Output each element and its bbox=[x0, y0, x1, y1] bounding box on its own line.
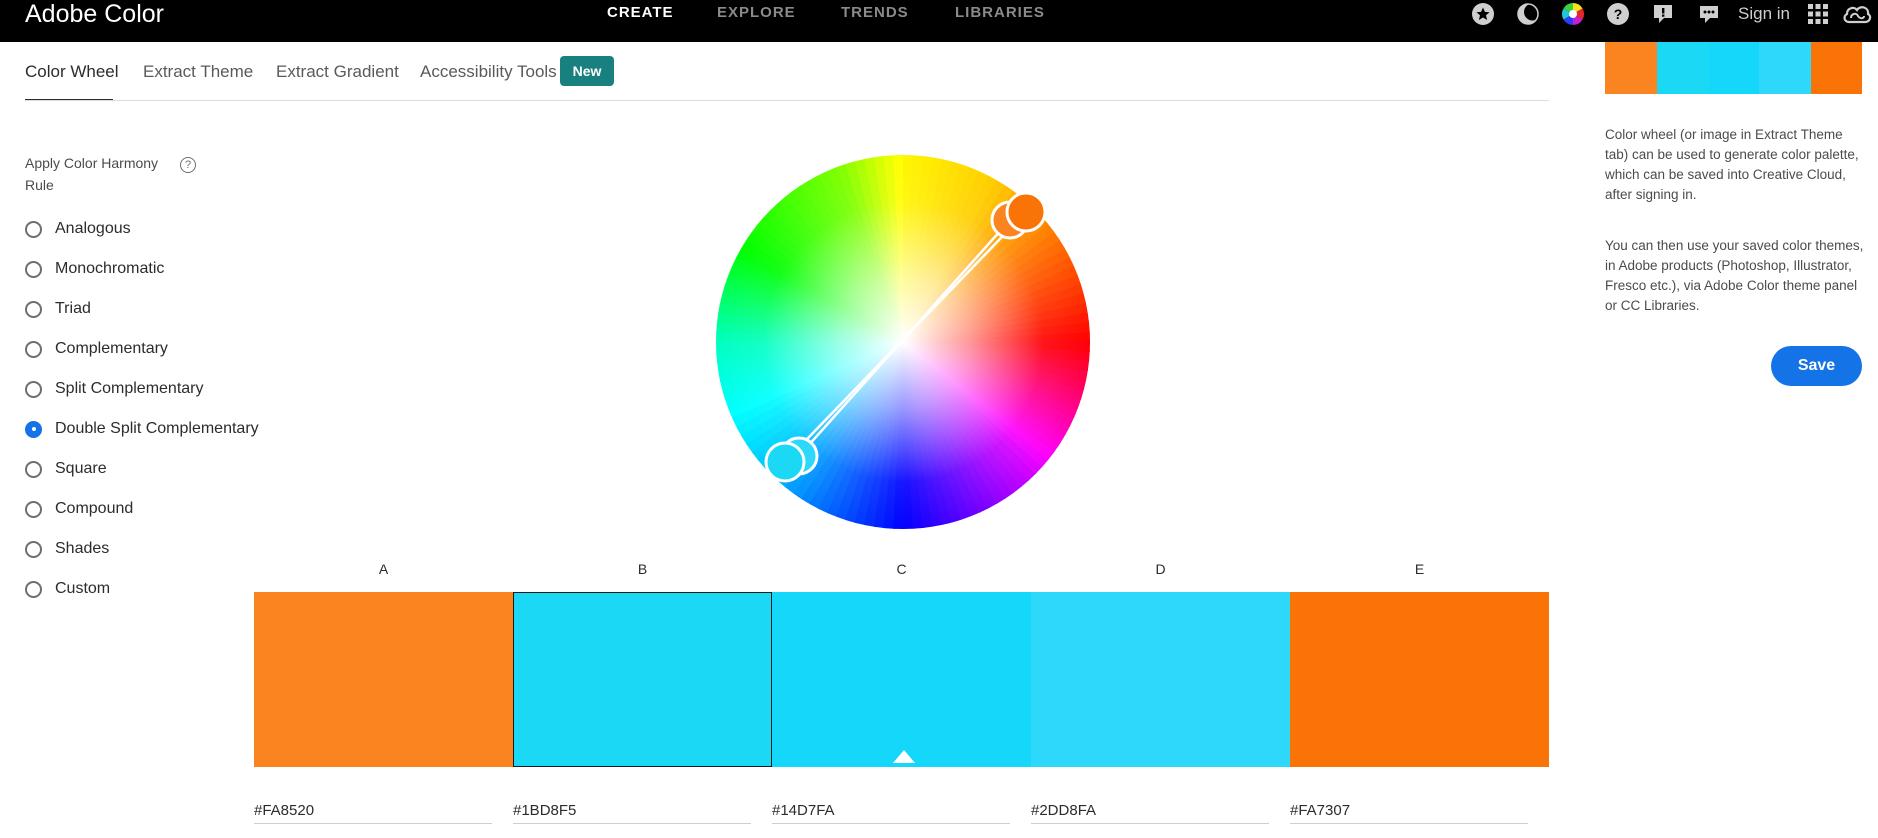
hex-input-a[interactable]: #FA8520 bbox=[254, 798, 492, 824]
moon-icon[interactable] bbox=[1516, 2, 1540, 26]
tab-extract-theme[interactable]: Extract Theme bbox=[143, 62, 253, 82]
rule-complementary[interactable]: Complementary bbox=[25, 337, 168, 361]
radio-double-split-complementary[interactable] bbox=[25, 420, 42, 438]
radio-compound[interactable] bbox=[25, 500, 42, 518]
radio-triad[interactable] bbox=[25, 300, 42, 318]
apps-grid-icon[interactable] bbox=[1806, 2, 1830, 26]
rule-triad[interactable]: Triad bbox=[25, 297, 91, 321]
radio-complementary[interactable] bbox=[25, 340, 42, 358]
swatch-label-b: B bbox=[637, 561, 648, 577]
nav-trends[interactable]: TRENDS bbox=[841, 4, 909, 21]
info-text-2: You can then use your saved color themes… bbox=[1605, 238, 1864, 313]
swatch-a[interactable] bbox=[254, 592, 513, 767]
hex-input-d[interactable]: #2DD8FA bbox=[1031, 798, 1269, 824]
help-icon[interactable]: ? bbox=[1606, 2, 1630, 26]
rule-double-split-complementary[interactable]: Double Split Complementary bbox=[25, 417, 259, 441]
swatch-label-c: C bbox=[896, 561, 907, 577]
swatch-e[interactable] bbox=[1290, 592, 1549, 767]
radio-split-complementary[interactable] bbox=[25, 380, 42, 398]
info-text-1: Color wheel (or image in Extract Theme t… bbox=[1605, 127, 1859, 202]
rule-label: Compound bbox=[55, 500, 134, 517]
color-wheel[interactable] bbox=[700, 137, 1120, 557]
nav-create[interactable]: CREATE bbox=[607, 4, 674, 21]
nav-libraries[interactable]: LIBRARIES bbox=[955, 4, 1045, 21]
hex-input-b[interactable]: #1BD8F5 bbox=[513, 798, 751, 824]
top-bar: Adobe Color CREATE EXPLORE TRENDS LIBRAR… bbox=[0, 0, 1878, 42]
rule-custom[interactable]: Custom bbox=[25, 577, 110, 601]
rule-monochromatic[interactable]: Monochromatic bbox=[25, 257, 164, 281]
rule-label: Custom bbox=[55, 580, 111, 597]
tab-accessibility-tools[interactable]: Accessibility Tools bbox=[420, 62, 557, 82]
tabs-divider bbox=[25, 100, 1549, 101]
sign-in-link[interactable]: Sign in bbox=[1738, 4, 1790, 24]
swatch-label-e: E bbox=[1414, 561, 1425, 577]
base-color-marker bbox=[893, 750, 915, 763]
hex-input-e[interactable]: #FA7307 bbox=[1290, 798, 1528, 824]
new-badge: New bbox=[560, 56, 614, 86]
swatch-label-d: D bbox=[1155, 561, 1166, 577]
swatch-c[interactable] bbox=[772, 592, 1031, 767]
rule-label: Square bbox=[55, 460, 107, 477]
rule-label: Triad bbox=[55, 300, 91, 317]
rule-compound[interactable]: Compound bbox=[25, 497, 133, 521]
tab-extract-gradient[interactable]: Extract Gradient bbox=[276, 62, 399, 82]
radio-shades[interactable] bbox=[25, 540, 42, 558]
nav-explore[interactable]: EXPLORE bbox=[717, 4, 796, 21]
radio-custom[interactable] bbox=[25, 580, 42, 598]
rule-label: Monochromatic bbox=[55, 260, 165, 277]
radio-analogous[interactable] bbox=[25, 220, 42, 238]
color-wheel-icon[interactable] bbox=[1561, 2, 1585, 26]
rule-label: Complementary bbox=[55, 340, 168, 357]
rule-label: Analogous bbox=[55, 220, 131, 237]
mini-swatch-a bbox=[1605, 42, 1657, 94]
creative-cloud-icon[interactable] bbox=[1842, 2, 1872, 26]
radio-square[interactable] bbox=[25, 460, 42, 478]
rule-analogous[interactable]: Analogous bbox=[25, 217, 131, 241]
handle-e[interactable] bbox=[1005, 191, 1047, 233]
rule-square[interactable]: Square bbox=[25, 457, 107, 481]
swatch-b[interactable] bbox=[513, 592, 772, 767]
feedback-icon[interactable] bbox=[1651, 2, 1675, 26]
radio-monochromatic[interactable] bbox=[25, 260, 42, 278]
mini-swatch-b bbox=[1657, 42, 1709, 94]
save-button[interactable]: Save bbox=[1771, 346, 1862, 386]
mini-swatch-d bbox=[1759, 42, 1811, 94]
handle-b[interactable] bbox=[764, 441, 806, 483]
main-nav: CREATE EXPLORE TRENDS LIBRARIES bbox=[0, 4, 1878, 24]
mini-swatch-e bbox=[1811, 42, 1862, 94]
tab-color-wheel[interactable]: Color Wheel bbox=[25, 62, 119, 82]
rule-shades[interactable]: Shades bbox=[25, 537, 109, 561]
swatch-d[interactable] bbox=[1031, 592, 1290, 767]
rule-label: Double Split Complementary bbox=[55, 420, 259, 437]
rule-label: Split Complementary bbox=[55, 380, 204, 397]
rule-label: Shades bbox=[55, 540, 110, 557]
mini-swatch-c bbox=[1709, 42, 1759, 94]
harmony-rule-title: Apply Color Harmony Rule bbox=[25, 155, 159, 193]
hex-input-c[interactable]: #14D7FA bbox=[772, 798, 1010, 824]
svg-text:?: ? bbox=[1614, 6, 1623, 22]
star-icon[interactable] bbox=[1471, 2, 1495, 26]
rule-split-complementary[interactable]: Split Complementary bbox=[25, 377, 204, 401]
swatch-label-a: A bbox=[378, 561, 389, 577]
help-icon[interactable]: ? bbox=[180, 157, 196, 173]
chat-icon[interactable] bbox=[1697, 2, 1721, 26]
